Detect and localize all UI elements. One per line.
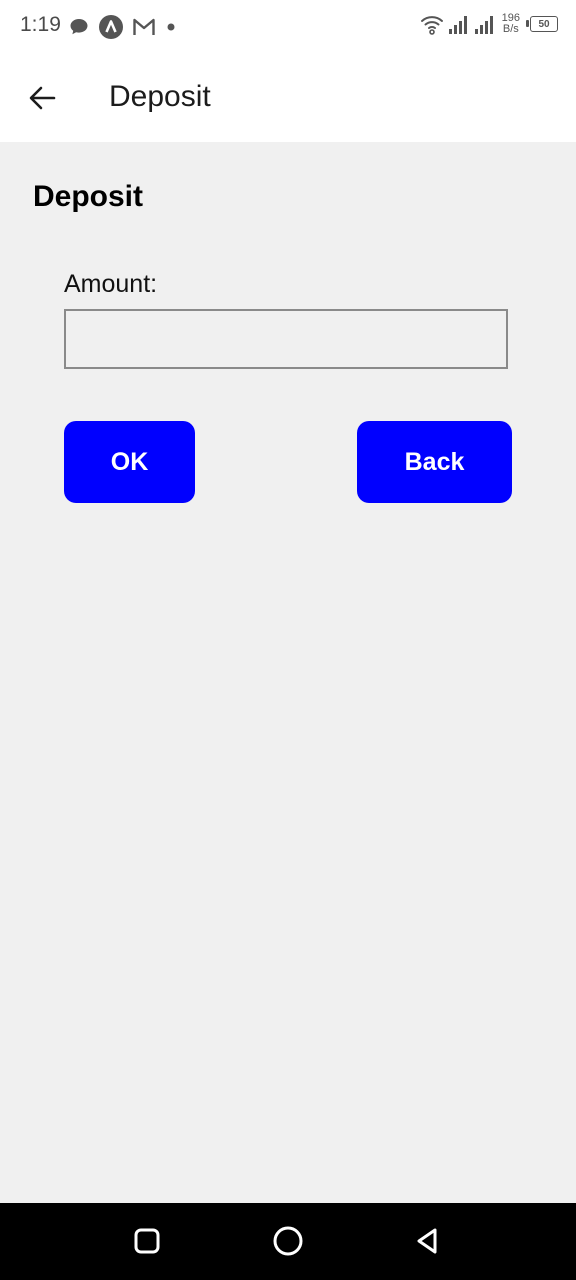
page-heading: Deposit	[33, 180, 144, 213]
wifi-icon	[420, 16, 443, 35]
app-bar-title: Deposit	[109, 80, 211, 113]
recents-button[interactable]	[129, 1223, 165, 1259]
network-speed-unit: B/s	[502, 23, 519, 35]
status-system-icons: 196 B/s 50	[420, 12, 558, 36]
app-bar: Deposit	[0, 54, 576, 142]
triangle-back-icon	[417, 1228, 437, 1254]
gmail-icon	[133, 18, 155, 35]
amount-label: Amount:	[64, 270, 158, 298]
home-button[interactable]	[270, 1223, 306, 1259]
network-speed: 196 B/s	[502, 13, 520, 35]
amount-input[interactable]	[64, 309, 508, 369]
status-notification-icons	[68, 14, 178, 40]
back-arrow-button[interactable]	[24, 80, 60, 116]
back-button[interactable]: Back	[357, 421, 512, 503]
signal-strength-icon-1	[448, 16, 467, 34]
system-navigation-bar	[0, 1203, 576, 1280]
battery-level: 50	[538, 18, 550, 30]
ok-button[interactable]: OK	[64, 421, 195, 503]
deposit-form: Deposit Amount: OK Back	[0, 142, 576, 1203]
system-back-button[interactable]	[410, 1223, 446, 1259]
status-time: 1:19	[20, 13, 61, 36]
square-icon	[134, 1228, 160, 1254]
status-bar: 1:19 196 B/s 50	[0, 0, 576, 54]
app-a-icon	[99, 15, 123, 39]
arrow-left-icon	[29, 86, 56, 110]
notification-dot-icon	[167, 23, 175, 31]
battery-icon: 50	[526, 16, 558, 32]
chat-bubble-icon	[70, 19, 88, 35]
signal-strength-icon-2	[474, 16, 493, 34]
circle-icon	[273, 1226, 303, 1256]
